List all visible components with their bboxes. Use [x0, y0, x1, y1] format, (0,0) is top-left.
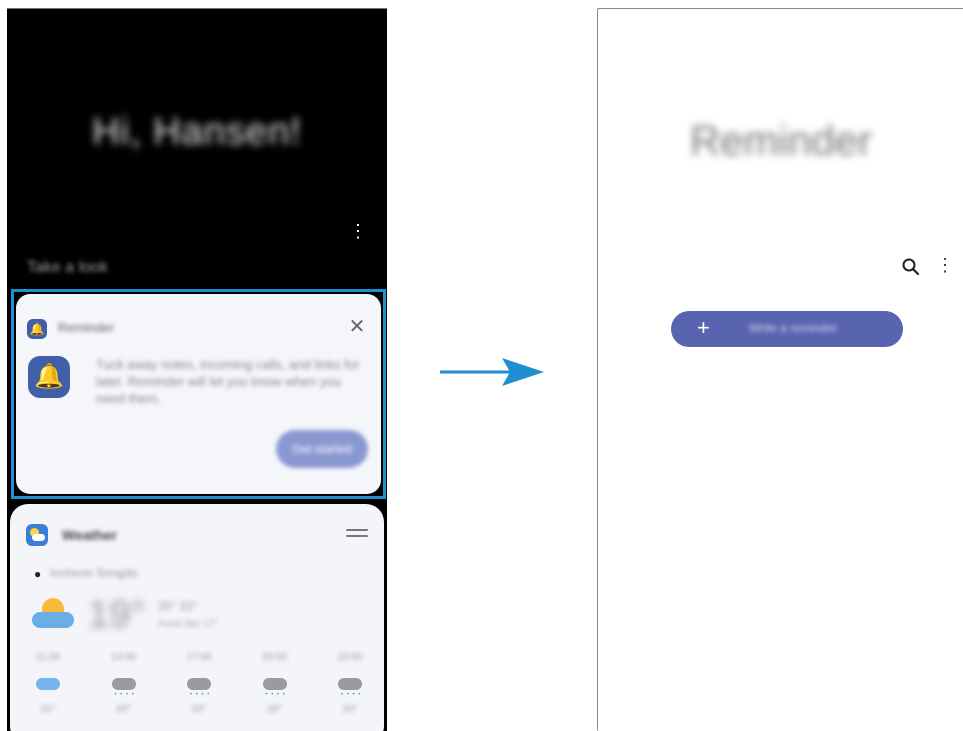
- right-arrow-icon: [440, 358, 544, 386]
- bell-icon: 🔔: [27, 319, 47, 339]
- write-reminder-label: Write a reminder: [749, 321, 838, 335]
- search-icon[interactable]: [901, 257, 921, 277]
- hour-time: 17:00: [186, 652, 212, 663]
- hour-time: 20:00: [261, 652, 288, 663]
- hour-time: 11:00: [35, 652, 61, 663]
- reminder-card-highlight: 🔔 Reminder ✕ 🔔 Tuck away notes, incoming…: [11, 289, 386, 499]
- rain-icon: • • • •: [175, 670, 223, 700]
- hour-item: 14:00 • • • • 20°: [100, 652, 148, 715]
- plus-icon: +: [697, 315, 710, 340]
- home-screen-left: Hi, Hansen! ⋮ Take a look 🔔 Reminder ✕ 🔔…: [7, 8, 387, 731]
- reminder-card[interactable]: 🔔 Reminder ✕ 🔔 Tuck away notes, incoming…: [16, 294, 381, 494]
- weather-app-name: Weather: [62, 527, 117, 543]
- location-name: Incheon Songdo: [50, 566, 138, 580]
- hour-temp: 20°: [266, 704, 283, 715]
- current-temperature: 19°: [88, 594, 146, 636]
- drag-handle-icon[interactable]: [346, 529, 368, 541]
- hour-temp: 21°: [40, 704, 56, 715]
- hour-item: 20:00 • • • • 20°: [251, 652, 299, 715]
- greeting-title: Hi, Hansen!: [92, 111, 302, 153]
- reminder-screen: Reminder ⋮ + Write a reminder: [597, 8, 963, 731]
- hour-item: 17:00 • • • • 20°: [175, 652, 223, 715]
- more-vertical-icon[interactable]: ⋮: [933, 253, 957, 277]
- bell-icon: 🔔: [28, 356, 70, 398]
- rain-icon: • • • •: [100, 670, 148, 700]
- hourly-forecast: 11:00 21° 14:00 • • • • 20° 17:00 • • • …: [24, 652, 374, 715]
- page-title: Reminder: [689, 117, 873, 164]
- close-icon[interactable]: ✕: [346, 314, 368, 339]
- rain-icon: • • • •: [326, 670, 374, 700]
- location-pin-icon: ●: [34, 567, 42, 581]
- get-started-button[interactable]: Get started: [276, 430, 368, 468]
- cloud-icon: [24, 670, 72, 700]
- weather-card[interactable]: Weather ● Incheon Songdo 19° 20° 22° Fee…: [10, 504, 384, 731]
- hour-temp: 20°: [342, 704, 358, 715]
- hour-time: 23:00: [337, 652, 363, 663]
- reminder-description: Tuck away notes, incoming calls, and lin…: [96, 357, 360, 406]
- hour-item: 23:00 • • • • 20°: [326, 652, 374, 715]
- hour-item: 11:00 21°: [24, 652, 72, 715]
- section-label: Take a look: [27, 259, 108, 276]
- partly-cloudy-icon: [32, 596, 78, 632]
- hour-temp: 20°: [191, 704, 207, 715]
- feels-like: Feels like 17°: [158, 619, 219, 630]
- weather-app-icon: [26, 524, 48, 546]
- write-reminder-button[interactable]: + Write a reminder: [671, 311, 903, 347]
- temperature-range: 20° 22°: [158, 599, 198, 613]
- hour-temp: 20°: [115, 704, 132, 715]
- more-vertical-icon[interactable]: ⋮: [346, 219, 370, 243]
- hour-time: 14:00: [110, 652, 137, 663]
- reminder-app-name: Reminder: [58, 320, 115, 335]
- rain-icon: • • • •: [251, 670, 299, 700]
